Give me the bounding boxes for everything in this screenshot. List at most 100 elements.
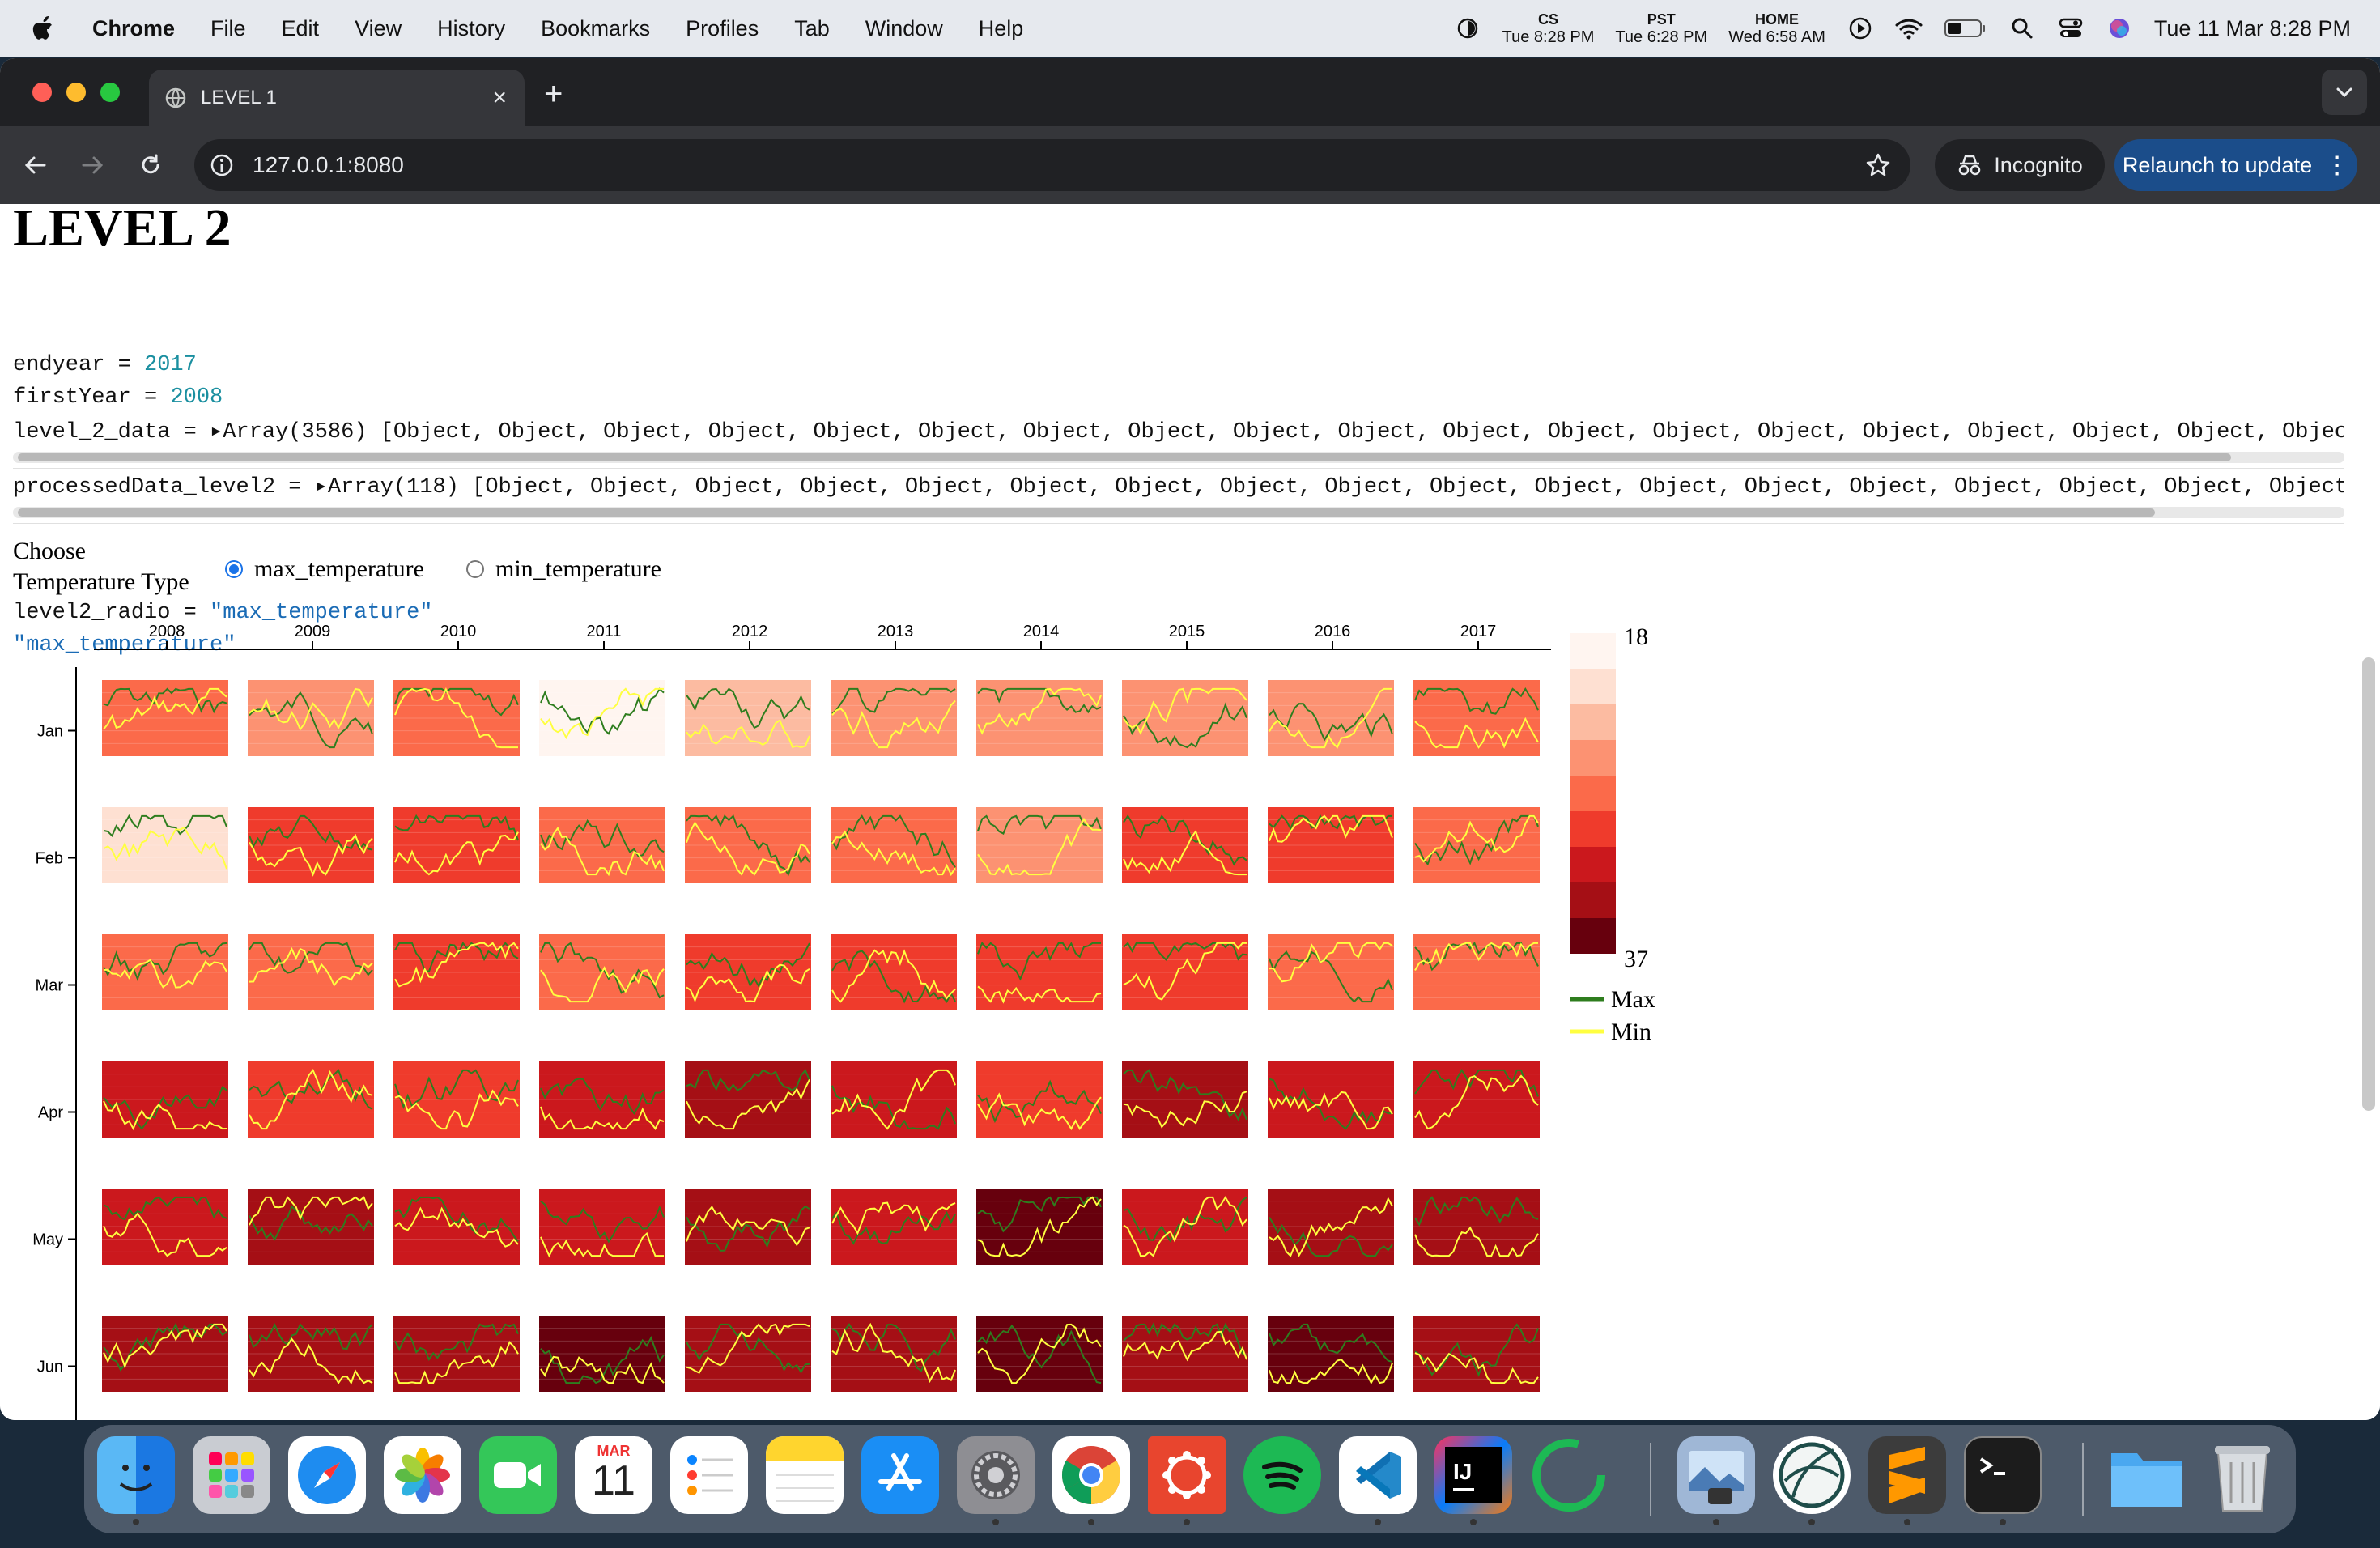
cell-value: 2017 [144,353,197,377]
y-tick-label: Jun [37,1359,63,1376]
spotlight-search-icon[interactable] [2008,15,2036,42]
address-bar[interactable]: 127.0.0.1:8080 [194,139,1910,191]
more-options-icon[interactable]: ⋮ [2325,151,2349,180]
safari-icon[interactable] [288,1436,366,1514]
trash-icon[interactable] [2204,1436,2281,1514]
world-clock-home[interactable]: HOME Wed 6:58 AM [1728,11,1825,46]
terminal-icon[interactable] [1964,1436,2042,1514]
play-icon[interactable] [1847,15,1874,42]
incognito-button[interactable]: Incognito [1935,139,2105,191]
notes-icon[interactable] [766,1436,844,1514]
launchpad-icon[interactable] [193,1436,270,1514]
radio-min-temperature[interactable]: min_temperature [466,555,661,583]
cell-value: 2008 [170,385,223,410]
menu-view[interactable]: View [355,16,402,41]
horizontal-scrollbar[interactable] [13,452,2344,463]
focus-icon[interactable] [1454,15,1481,42]
temperature-heatmap-chart: 2008 2009 2010 2011 2012 2013 2014 2015 2016 2017… [32,623,1655,1420]
relaunch-to-update-button[interactable]: Relaunch to update ⋮ [2114,139,2357,191]
legend-swatch [1570,704,1616,740]
running-indicator [1808,1519,1815,1525]
menu-help[interactable]: Help [979,16,1024,41]
battery-icon[interactable] [1944,15,1987,42]
sublime-text-icon[interactable] [1868,1436,1946,1514]
menu-bookmarks[interactable]: Bookmarks [541,16,650,41]
facetime-icon[interactable] [479,1436,557,1514]
intellij-icon[interactable]: IJ [1434,1436,1512,1514]
forward-icon[interactable] [74,147,110,183]
siri-icon[interactable] [2106,15,2133,42]
bookmark-star-icon[interactable] [1865,152,1891,178]
menu-profiles[interactable]: Profiles [686,16,759,41]
running-indicator [1375,1519,1381,1525]
radio-button-selected[interactable] [225,560,243,578]
x-tick-label: 2011 [586,623,621,640]
close-window-button[interactable] [32,83,52,102]
photos-icon[interactable] [384,1436,461,1514]
cell-divider [13,523,2344,524]
world-clock-cs[interactable]: CS Tue 8:28 PM [1502,11,1595,46]
cisco-icon[interactable] [1148,1436,1226,1514]
page-scrollbar[interactable] [2362,657,2375,1111]
menu-window[interactable]: Window [865,16,943,41]
horizontal-scrollbar[interactable] [13,507,2344,518]
reload-icon[interactable] [133,147,168,183]
zoom-window-button[interactable] [100,83,120,102]
x-tick-label: 2009 [295,623,331,640]
x-tick-label: 2016 [1315,623,1351,640]
menu-edit[interactable]: Edit [282,16,320,41]
chrome-icon[interactable] [1052,1436,1130,1514]
reminders-icon[interactable] [670,1436,748,1514]
cell-processed-data[interactable]: processedData_level2 = ▸Array(118) [Obje… [13,473,2344,500]
menu-datetime[interactable]: Tue 11 Mar 8:28 PM [2154,16,2351,41]
disk-utility-icon[interactable] [1773,1436,1851,1514]
running-indicator [1713,1519,1719,1525]
app-store-icon[interactable] [861,1436,939,1514]
x-axis: 2008 2009 2010 2011 2012 2013 2014 2015 2016 2017 [94,623,1551,650]
calendar-icon[interactable]: MAR 11 [575,1436,652,1514]
url-text[interactable]: 127.0.0.1:8080 [253,152,404,178]
vscode-icon[interactable] [1339,1436,1417,1514]
system-settings-icon[interactable] [957,1436,1035,1514]
close-tab-icon[interactable]: × [492,84,507,112]
scrollbar-thumb[interactable] [18,453,2231,461]
menu-history[interactable]: History [437,16,505,41]
control-center-icon[interactable] [2057,15,2085,42]
spotify-icon[interactable] [1243,1436,1321,1514]
world-clock-pst[interactable]: PST Tue 6:28 PM [1615,11,1707,46]
legend-series-label: Max [1611,986,1655,1013]
y-tick-label: Apr [38,1104,63,1122]
dock-separator [2082,1443,2084,1516]
x-tick-label: 2013 [878,623,914,640]
legend-swatch [1570,740,1616,776]
scrollbar-thumb[interactable] [18,508,2155,517]
clock-time: Tue 8:28 PM [1502,28,1595,46]
tab-title: LEVEL 1 [201,87,277,108]
choose-label-line-1: Choose [13,538,86,564]
apple-logo-icon[interactable] [28,12,60,45]
minimize-window-button[interactable] [66,83,86,102]
preview-icon[interactable] [1677,1436,1755,1514]
wifi-icon[interactable] [1895,15,1923,42]
menu-tab[interactable]: Tab [794,16,830,41]
y-axis: Jan Feb Mar Apr May Jun [32,667,77,1420]
incognito-label: Incognito [1994,152,2083,177]
finder-icon[interactable] [97,1436,175,1514]
tab-search-button[interactable] [2322,70,2367,115]
cell-level2-data[interactable]: level_2_data = ▸Array(3586) [Object, Obj… [13,418,2344,444]
x-tick-label: 2015 [1169,623,1205,640]
back-icon[interactable] [18,147,53,183]
radio-button-unselected[interactable] [466,560,484,578]
radio-max-temperature[interactable]: max_temperature [225,555,424,583]
running-indicator [133,1519,139,1525]
folder-icon[interactable] [2108,1436,2186,1514]
cell-firstyear: firstYear = 2008 [13,385,223,410]
page-title: LEVEL 2 [13,204,232,257]
menu-file[interactable]: File [210,16,246,41]
site-info-icon[interactable] [209,152,235,178]
running-indicator [1470,1519,1477,1525]
activity-icon[interactable] [1530,1436,1608,1514]
menu-app-name[interactable]: Chrome [92,16,175,41]
tab-level-1[interactable]: LEVEL 1 × [149,70,525,126]
new-tab-icon[interactable]: + [544,76,563,113]
